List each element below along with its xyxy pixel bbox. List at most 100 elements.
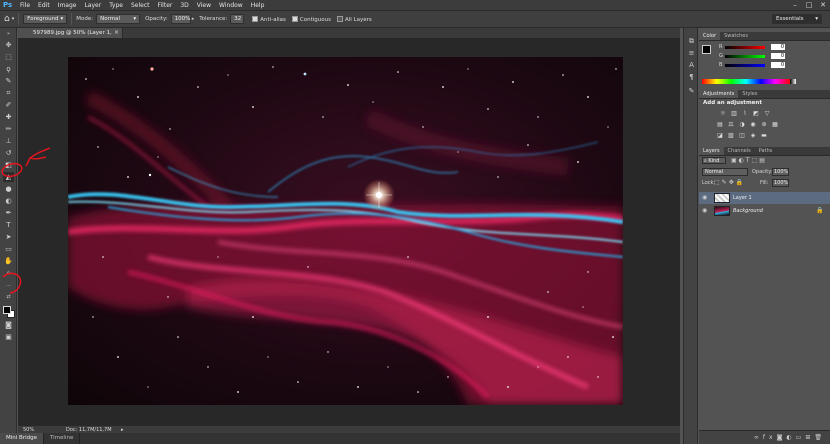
tab-swatches[interactable]: Swatches	[720, 32, 752, 40]
green-value[interactable]: 0	[771, 53, 785, 59]
blue-value[interactable]: 0	[771, 62, 785, 68]
blue-slider[interactable]: B 0	[719, 62, 785, 68]
crop-tool-icon[interactable]: ⌗	[3, 88, 14, 98]
red-value[interactable]: 0	[771, 44, 785, 50]
screen-mode-icon[interactable]: ▣	[3, 332, 14, 342]
lasso-tool-icon[interactable]: ϙ	[3, 64, 14, 74]
fill-source-select[interactable]: Foreground ▾	[23, 14, 68, 24]
history-panel-icon[interactable]: ⧉	[686, 36, 697, 46]
marquee-tool-icon[interactable]: ⬚	[3, 52, 14, 62]
brush-panel-icon[interactable]: ✎	[686, 86, 697, 96]
foreground-color-swatch[interactable]	[3, 306, 11, 314]
levels-icon[interactable]: ▥	[730, 110, 738, 117]
menu-type[interactable]: Type	[109, 0, 123, 11]
dodge-tool-icon[interactable]: ◐	[3, 196, 14, 206]
blue-gradient[interactable]	[725, 63, 765, 67]
invert-icon[interactable]: ◪	[716, 132, 724, 139]
quick-select-tool-icon[interactable]: ✎	[3, 76, 14, 86]
opacity-input[interactable]: 100%	[170, 14, 191, 24]
menu-help[interactable]: Help	[251, 0, 265, 11]
paint-bucket-tool-icon[interactable]: ◭	[3, 172, 14, 182]
pen-tool-icon[interactable]: ✒	[3, 208, 14, 218]
vibrance-icon[interactable]: ▽	[763, 110, 771, 117]
menu-file[interactable]: File	[20, 0, 30, 11]
layer-name[interactable]: Layer 1	[733, 192, 752, 204]
red-slider[interactable]: R 0	[719, 44, 785, 50]
layer-filter-select[interactable]: ⌕ Kind	[702, 157, 726, 164]
grayscale-ramp[interactable]	[790, 79, 796, 84]
layer-filter-icons[interactable]: ▣◐T⬚▤	[731, 157, 767, 164]
anti-alias-checkbox[interactable]: Anti-alias	[252, 15, 286, 23]
close-button[interactable]: ✕	[816, 0, 830, 11]
tab-color[interactable]: Color	[699, 32, 721, 40]
layer-name[interactable]: Background	[733, 205, 763, 217]
maximize-button[interactable]: □	[802, 0, 816, 11]
brush-tool-icon[interactable]: ✏	[3, 124, 14, 134]
black-white-icon[interactable]: ◑	[738, 121, 746, 128]
tool-preset-arrow-icon[interactable]: ▾	[12, 16, 15, 22]
quick-mask-icon[interactable]: ◙	[3, 320, 14, 330]
tab-paths[interactable]: Paths	[755, 147, 777, 155]
hand-tool-icon[interactable]: ✋	[3, 256, 14, 266]
paragraph-panel-icon[interactable]: ¶	[686, 72, 697, 82]
tab-layers[interactable]: Layers	[699, 147, 724, 155]
color-spectrum-bar[interactable]	[702, 79, 790, 84]
more-tools-icon[interactable]: …	[3, 280, 14, 290]
menu-filter[interactable]: Filter	[158, 0, 173, 11]
gradient-map-icon[interactable]: ▬	[760, 132, 768, 139]
layer-fill-input[interactable]: 100%	[772, 179, 789, 187]
eraser-tool-icon[interactable]: ◧	[3, 160, 14, 170]
channel-mixer-icon[interactable]: ⊛	[760, 121, 768, 128]
collapse-icon[interactable]: »	[3, 29, 14, 39]
mode-select[interactable]: Normal ▾	[96, 14, 141, 24]
move-tool-icon[interactable]: ✥	[3, 40, 14, 50]
tolerance-input[interactable]: 32	[230, 14, 245, 24]
layer-row-layer-1[interactable]: ◉ Layer 1	[699, 192, 830, 204]
exposure-icon[interactable]: ◩	[752, 110, 760, 117]
zoom-tool-icon[interactable]: ⌕	[3, 268, 14, 278]
green-gradient[interactable]	[725, 54, 765, 58]
menu-window[interactable]: Window	[219, 0, 243, 11]
visibility-eye-icon[interactable]: ◉	[702, 192, 707, 204]
add-mask-icon[interactable]: ◙	[777, 434, 787, 441]
brightness-contrast-icon[interactable]: ☼	[719, 110, 727, 117]
lock-options-icons[interactable]: ⬚✎✥🔒	[714, 179, 745, 186]
layer-row-background[interactable]: ◉ Background 🔒	[699, 205, 830, 217]
red-gradient[interactable]	[725, 45, 765, 49]
layer-style-icon[interactable]: fx	[763, 434, 777, 441]
clone-stamp-tool-icon[interactable]: ⊥	[3, 136, 14, 146]
menu-layer[interactable]: Layer	[84, 0, 101, 11]
menu-view[interactable]: View	[197, 0, 211, 11]
document-tab[interactable]: 597989.jpg @ 50% (Layer 1, RGB/8#) * ×	[18, 28, 123, 46]
selective-color-icon[interactable]: ◈	[749, 132, 757, 139]
paint-bucket-tool-preset-icon[interactable]: ⌂	[4, 14, 10, 24]
spot-healing-tool-icon[interactable]: ✚	[3, 112, 14, 122]
new-group-icon[interactable]: ▭	[796, 434, 806, 441]
workspace-select[interactable]: Essentials ▾	[772, 14, 822, 24]
properties-panel-icon[interactable]: ≡	[686, 48, 697, 58]
tab-channels[interactable]: Channels	[724, 147, 755, 155]
close-icon[interactable]: ×	[114, 28, 119, 38]
minimize-button[interactable]: –	[788, 0, 802, 11]
link-layers-icon[interactable]: ∞	[754, 434, 763, 441]
rectangle-tool-icon[interactable]: ▭	[3, 244, 14, 254]
eyedropper-tool-icon[interactable]: ✐	[3, 100, 14, 110]
color-lookup-icon[interactable]: ▦	[771, 121, 779, 128]
path-selection-tool-icon[interactable]: ➤	[3, 232, 14, 242]
contiguous-checkbox[interactable]: Contiguous	[291, 15, 331, 23]
threshold-icon[interactable]: ◫	[738, 132, 746, 139]
green-slider[interactable]: G 0	[719, 53, 785, 59]
menu-image[interactable]: Image	[58, 0, 77, 11]
opacity-arrow-icon[interactable]: ▸	[192, 16, 195, 22]
all-layers-checkbox[interactable]: All Layers	[336, 15, 372, 23]
type-tool-icon[interactable]: T	[3, 220, 14, 230]
menu-select[interactable]: Select	[131, 0, 150, 11]
hue-saturation-icon[interactable]: ▤	[716, 121, 724, 128]
posterize-icon[interactable]: ▧	[727, 132, 735, 139]
tab-adjustments[interactable]: Adjustments	[699, 90, 739, 98]
layer-opacity-input[interactable]: 100%	[772, 168, 789, 176]
visibility-eye-icon[interactable]: ◉	[702, 205, 707, 217]
menu-edit[interactable]: Edit	[38, 0, 50, 11]
blend-mode-select[interactable]: Normal	[702, 168, 748, 176]
tab-styles[interactable]: Styles	[738, 90, 761, 98]
